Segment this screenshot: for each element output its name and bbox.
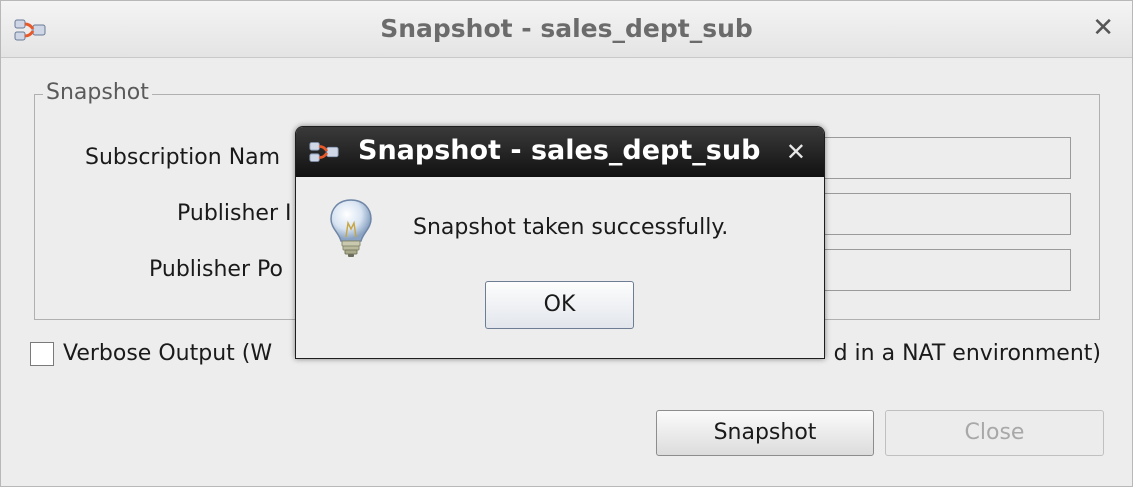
ok-button[interactable]: OK — [485, 281, 634, 329]
dialog-titlebar[interactable]: Snapshot - sales_dept_sub ✕ — [296, 127, 824, 177]
close-icon[interactable]: ✕ — [1092, 13, 1114, 43]
publisher-host-label: Publisher I — [177, 201, 292, 226]
snapshot-button[interactable]: Snapshot — [656, 410, 874, 456]
message-dialog: Snapshot - sales_dept_sub ✕ Snapshot tak… — [295, 126, 825, 359]
publisher-port-input[interactable] — [823, 249, 1071, 291]
subscription-name-input[interactable] — [823, 137, 1071, 179]
lightbulb-icon — [330, 199, 372, 257]
verbose-output-checkbox[interactable] — [30, 342, 54, 366]
close-icon[interactable]: ✕ — [786, 138, 806, 166]
app-plug-icon — [309, 142, 339, 162]
window-title: Snapshot - sales_dept_sub — [380, 14, 753, 43]
dialog-message: Snapshot taken successfully. — [413, 215, 729, 240]
main-titlebar[interactable]: Snapshot - sales_dept_sub ✕ — [1, 1, 1132, 58]
verbose-output-label-tail: d in a NAT environment) — [833, 341, 1101, 366]
verbose-output-label: Verbose Output (W — [63, 341, 273, 366]
group-title: Snapshot — [43, 80, 152, 105]
publisher-port-label: Publisher Po — [149, 257, 283, 282]
close-button[interactable]: Close — [885, 410, 1104, 456]
publisher-host-input[interactable] — [823, 193, 1071, 235]
dialog-title: Snapshot - sales_dept_sub — [358, 135, 761, 166]
subscription-name-label: Subscription Nam — [85, 145, 281, 170]
